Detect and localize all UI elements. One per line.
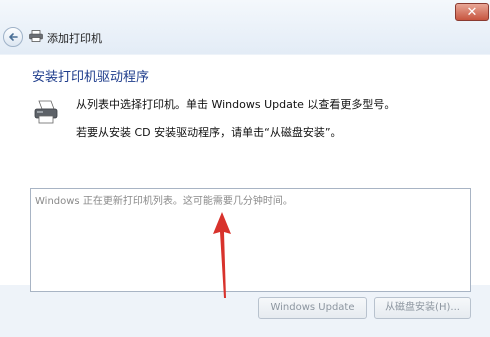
annotation-red-arrow <box>213 212 231 298</box>
printer-icon <box>29 30 43 42</box>
windows-update-button[interactable]: Windows Update <box>258 297 367 319</box>
printer-icon <box>34 100 58 124</box>
printer-list[interactable]: Windows 正在更新打印机列表。这可能需要几分钟时间。 <box>30 188 471 292</box>
back-arrow-icon <box>9 33 18 41</box>
instruction-text-1: 从列表中选择打印机。单击 Windows Update 以查看更多型号。 <box>76 98 396 111</box>
page-heading: 安装打印机驱动程序 <box>32 70 150 85</box>
list-status-message: Windows 正在更新打印机列表。这可能需要几分钟时间。 <box>35 196 293 207</box>
instruction-text-2: 若要从安装 CD 安装驱动程序，请单击“从磁盘安装”。 <box>76 126 342 139</box>
close-icon: ✕ <box>466 5 478 20</box>
window-title: 添加打印机 <box>47 32 102 45</box>
close-button[interactable]: ✕ <box>455 3 489 21</box>
add-printer-dialog: ✕ 添加打印机 安装打印机驱动程序 从列表中选择打印机。单击 Windows U… <box>0 0 490 337</box>
back-button[interactable] <box>3 27 23 47</box>
install-from-disk-button[interactable]: 从磁盘安装(H)... <box>374 297 471 319</box>
